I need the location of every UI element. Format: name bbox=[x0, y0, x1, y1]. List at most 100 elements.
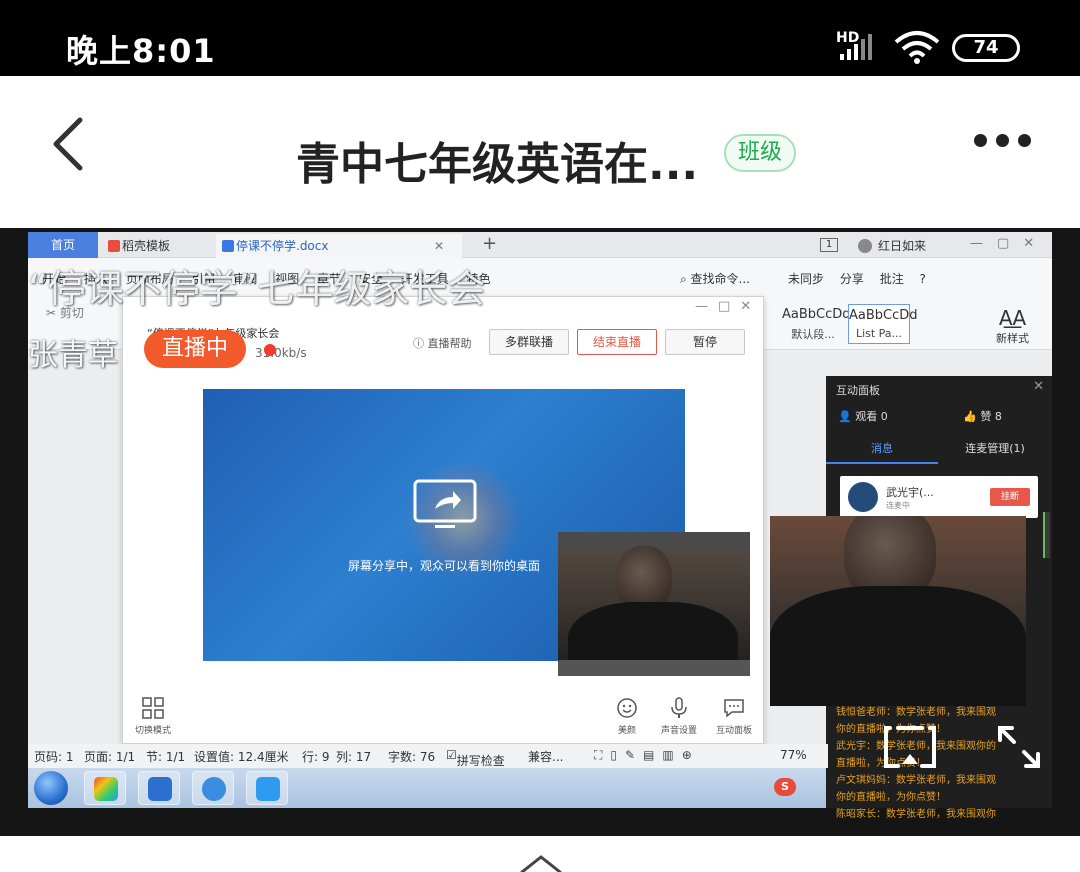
tv-app-icon bbox=[256, 777, 280, 801]
fullscreen-icon[interactable] bbox=[996, 724, 1042, 770]
interact-panel-button[interactable]: 互动面板 bbox=[713, 697, 755, 736]
chat-line: 卢文琪妈妈：数学张老师，我来围观 bbox=[836, 775, 996, 786]
wps-icon bbox=[148, 777, 172, 801]
page-count-badge: 1 bbox=[820, 238, 838, 252]
status-page-num: 页码: 1 bbox=[34, 750, 74, 764]
new-tab-icon[interactable]: + bbox=[482, 233, 497, 254]
chat-line: 陈昭家长：数学张老师，我来围观你 bbox=[836, 809, 996, 820]
live-help-link[interactable]: ⓘ 直播帮助 bbox=[413, 335, 472, 351]
caller-status: 连麦中 bbox=[886, 501, 910, 510]
bird-app-icon bbox=[202, 777, 226, 801]
style-default[interactable]: AaBbCcDd 默认段... bbox=[782, 304, 851, 344]
help-icon[interactable]: ? bbox=[920, 272, 926, 286]
tab-document[interactable]: 停课不停学.docx ✕ bbox=[216, 234, 462, 258]
signal-icon: HD bbox=[836, 30, 882, 62]
tab-close-icon[interactable]: ✕ bbox=[434, 234, 444, 258]
like-count: 👍 赞 8 bbox=[963, 410, 1002, 423]
panel-title: 互动面板 bbox=[836, 384, 880, 397]
caller-avatar bbox=[848, 482, 878, 512]
more-options-icon[interactable] bbox=[974, 134, 1034, 148]
tab-messages[interactable]: 消息 bbox=[826, 434, 938, 464]
status-words: 字数: 76 bbox=[388, 750, 436, 764]
share-button[interactable]: 分享 bbox=[840, 272, 864, 286]
grid-icon bbox=[142, 697, 164, 719]
recording-dot-icon bbox=[264, 344, 276, 356]
battery-level: 74 bbox=[973, 37, 999, 58]
user-account[interactable]: 红日如来 bbox=[858, 237, 926, 254]
new-style-icon: A͟A bbox=[998, 306, 1027, 330]
windows-taskbar bbox=[28, 768, 826, 808]
new-style-button[interactable]: A͟A 新样式 bbox=[996, 306, 1029, 346]
windows-start-icon[interactable] bbox=[34, 771, 68, 805]
caller-name: 武光宇(... bbox=[886, 486, 934, 499]
class-badge: 班级 bbox=[724, 134, 796, 172]
wifi-icon bbox=[894, 31, 940, 64]
status-col: 列: 17 bbox=[336, 750, 372, 764]
webcam-caller-video bbox=[770, 516, 1026, 706]
ribbon-right-tools: 未同步 分享 批注 ? bbox=[788, 270, 938, 287]
colorful-app-icon bbox=[94, 777, 118, 801]
chat-line: 钱恒爸老师：数学张老师，我来围观 bbox=[836, 707, 996, 718]
panel-stats: 👤 观看 0 👍 赞 8 bbox=[838, 408, 1074, 424]
panel-close-icon[interactable]: ✕ bbox=[1033, 379, 1044, 394]
zoom-level[interactable]: 77% bbox=[780, 748, 807, 762]
switch-mode-button[interactable]: 切换模式 bbox=[133, 697, 173, 736]
live-status-badge: 直播中 bbox=[144, 330, 246, 368]
view-mode-icons[interactable]: ⛶▯✎▤▥⊕ bbox=[594, 748, 700, 763]
audio-settings-button[interactable]: 声音设置 bbox=[659, 697, 699, 736]
smile-icon bbox=[617, 698, 637, 718]
bottom-area bbox=[0, 836, 1080, 872]
back-arrow-icon[interactable] bbox=[48, 114, 88, 174]
webcam-preview-small bbox=[558, 532, 750, 676]
status-compat: 兼容... bbox=[528, 750, 564, 764]
viewer-count: 👤 观看 0 bbox=[838, 410, 888, 423]
status-pages: 页面: 1/1 bbox=[84, 750, 136, 764]
panel-scrollbar[interactable] bbox=[1043, 512, 1050, 558]
taskbar-app-3[interactable] bbox=[192, 771, 234, 805]
person-body bbox=[770, 586, 1026, 706]
wps-titlebar: 首页 稻壳模板 停课不停学.docx ✕ + 1 红日如来 —▢✕ bbox=[28, 232, 1052, 258]
screen-share-icon bbox=[413, 479, 477, 528]
app-header: 青中七年级英语在... 班级 bbox=[0, 76, 1080, 228]
pause-button[interactable]: 暂停 bbox=[665, 329, 745, 355]
status-row: 行: 9 bbox=[302, 750, 330, 764]
comment-button[interactable]: 批注 bbox=[880, 272, 904, 286]
spell-check-button[interactable]: ☑ 拼写检查 bbox=[446, 748, 505, 768]
chevron-up-icon[interactable] bbox=[520, 854, 562, 872]
status-bar: 晚上8:01 HD 74 bbox=[0, 0, 1080, 76]
chat-icon bbox=[724, 699, 744, 718]
style-list-paragraph[interactable]: AaBbCcDd List Pa... bbox=[848, 304, 918, 344]
tab-home[interactable]: 首页 bbox=[28, 232, 98, 258]
taskbar-wps[interactable] bbox=[138, 771, 180, 805]
taskbar-app-1[interactable] bbox=[84, 771, 126, 805]
hangup-button[interactable]: 挂断 bbox=[990, 488, 1030, 506]
sogou-ime-icon[interactable]: S bbox=[774, 778, 796, 796]
picture-in-picture-icon[interactable] bbox=[882, 724, 938, 770]
avatar bbox=[858, 239, 872, 253]
find-command[interactable]: ⌕ 查找命令... bbox=[680, 270, 750, 287]
tab-template[interactable]: 稻壳模板 bbox=[102, 234, 212, 258]
wps-status-bar: 页码: 1 页面: 1/1 节: 1/1 设置值: 12.4厘米 行: 9 列:… bbox=[28, 744, 828, 768]
end-live-button[interactable]: 结束直播 bbox=[577, 329, 657, 355]
caller-card: 武光宇(... 连麦中 挂断 bbox=[840, 476, 1038, 518]
status-setting: 设置值: 12.4厘米 bbox=[194, 750, 289, 764]
word-doc-icon bbox=[222, 240, 234, 252]
sync-button[interactable]: 未同步 bbox=[788, 272, 824, 286]
multi-group-button[interactable]: 多群联播 bbox=[489, 329, 569, 355]
status-section: 节: 1/1 bbox=[146, 750, 186, 764]
chat-line: 你的直播啦，为你点赞！ bbox=[836, 792, 946, 803]
status-time: 晚上8:01 bbox=[66, 32, 216, 70]
app-screen: 晚上8:01 HD 74 青中七年级英语在... 班级 首页 稻壳模板 停课不停… bbox=[0, 0, 1080, 872]
template-icon bbox=[108, 240, 120, 252]
page-title: 青中七年级英语在... bbox=[296, 139, 699, 190]
beauty-button[interactable]: 美颜 bbox=[609, 697, 645, 736]
tab-connection[interactable]: 连麦管理(1) bbox=[938, 434, 1052, 464]
upload-speed: 31.0kb/s bbox=[255, 346, 307, 360]
host-name: 张青草 bbox=[28, 338, 118, 373]
window-controls[interactable]: —▢✕ bbox=[970, 236, 1048, 251]
battery-icon: 74 bbox=[952, 34, 1020, 62]
dialog-window-controls[interactable]: —□✕ bbox=[695, 299, 761, 314]
stream-title-overlay: “停课不停学”七年级家长会 bbox=[28, 267, 486, 311]
taskbar-app-4[interactable] bbox=[246, 771, 288, 805]
microphone-icon bbox=[671, 697, 687, 718]
